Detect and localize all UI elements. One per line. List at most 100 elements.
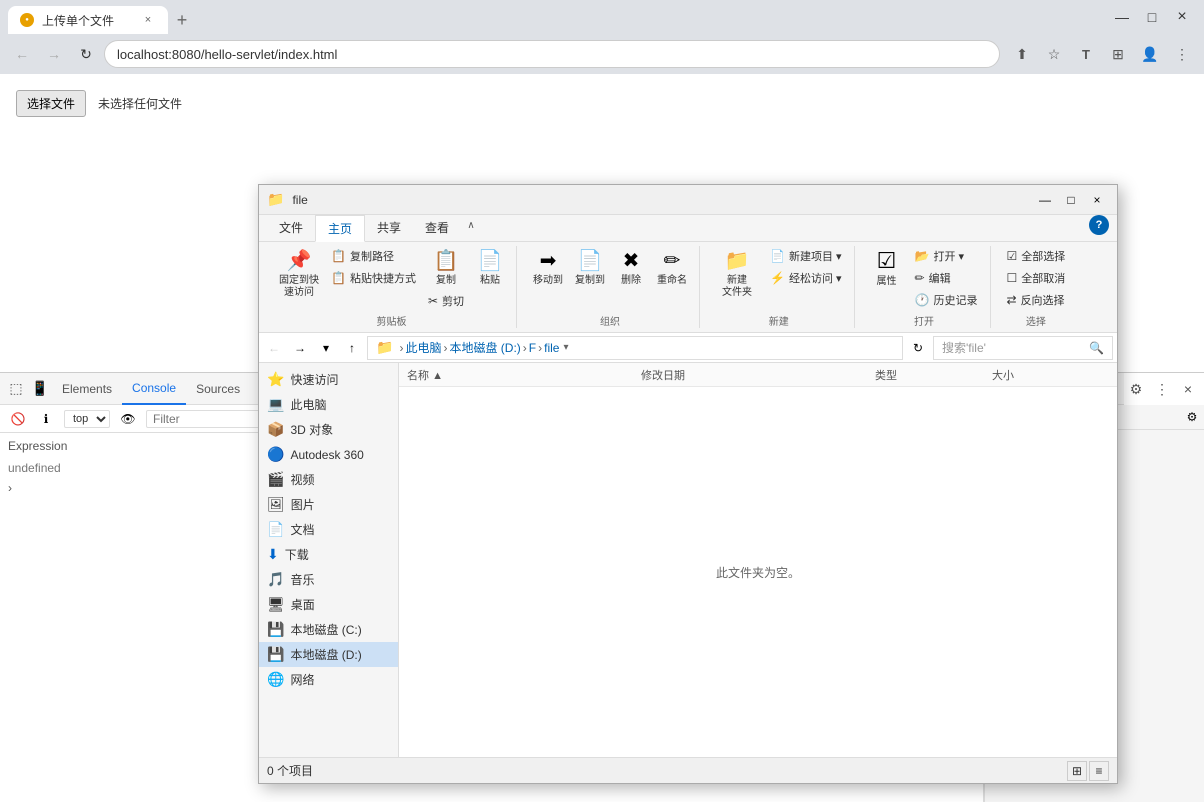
sidebar-item-d-drive[interactable]: 💾 本地磁盘 (D:): [259, 642, 398, 667]
window-close-btn[interactable]: ×: [1168, 3, 1196, 31]
fe-list-view-btn[interactable]: ≡: [1089, 761, 1109, 781]
ribbon-paste-shortcut-btn[interactable]: 📋 粘贴快捷方式: [327, 268, 420, 288]
minimize-btn[interactable]: —: [1108, 3, 1136, 31]
col-size[interactable]: 大小: [992, 367, 1109, 383]
fe-refresh-btn[interactable]: ↻: [907, 337, 929, 359]
fe-minimize-btn[interactable]: —: [1033, 190, 1057, 210]
ribbon-select-all-btn[interactable]: ☑ 全部选择: [1003, 246, 1070, 266]
sidebar-item-autodesk[interactable]: 🔵 Autodesk 360: [259, 442, 398, 467]
col-type[interactable]: 类型: [875, 367, 992, 383]
sidebar-item-pictures[interactable]: 🖼 图片: [259, 492, 398, 517]
menu-icon[interactable]: ⋮: [1168, 40, 1196, 68]
maximize-btn[interactable]: □: [1138, 3, 1166, 31]
top-select[interactable]: top: [64, 410, 110, 428]
puzzle-icon[interactable]: ⊞: [1104, 40, 1132, 68]
active-tab[interactable]: ● 上传单个文件 ×: [8, 6, 168, 34]
ribbon-copy-btn[interactable]: 📋 复制: [428, 246, 464, 289]
ribbon-rename-btn[interactable]: ✏ 重命名: [653, 246, 691, 289]
ribbon-copy-to-btn[interactable]: 📄 复制到: [571, 246, 609, 289]
new-tab-btn[interactable]: +: [168, 6, 196, 34]
sidebar-item-this-pc[interactable]: 💻 此电脑: [259, 392, 398, 417]
sidebar-item-music[interactable]: 🎵 音乐: [259, 567, 398, 592]
ribbon-tab-home[interactable]: 主页: [315, 215, 365, 242]
ext-icon[interactable]: T: [1072, 40, 1100, 68]
sidebar-item-video[interactable]: 🎬 视频: [259, 467, 398, 492]
tab-sources[interactable]: Sources: [186, 373, 250, 405]
ribbon-tab-view[interactable]: 查看: [413, 215, 461, 241]
devtools-close-icon[interactable]: ×: [1176, 377, 1200, 401]
ribbon-collapse-icon[interactable]: ∧: [461, 215, 481, 235]
col-name[interactable]: 名称 ▲: [407, 367, 641, 383]
forward-btn[interactable]: →: [40, 40, 68, 68]
fe-empty-message: 此文件夹为空。: [399, 387, 1117, 757]
ribbon-new-folder-btn[interactable]: 📁 新建文件夹: [712, 246, 762, 301]
tab-console[interactable]: Console: [122, 373, 186, 405]
ribbon-cut-btn[interactable]: ✂ 剪切: [424, 291, 468, 311]
network-icon: 🌐: [267, 671, 284, 688]
ribbon-open-btn[interactable]: 📂 打开 ▾: [911, 246, 982, 266]
sidebar-item-quick-access[interactable]: ⭐ 快速访问: [259, 367, 398, 392]
ribbon-delete-btn[interactable]: ✖ 删除: [613, 246, 649, 289]
devtools-inspect-icon[interactable]: ⬚: [4, 377, 28, 401]
fe-grid-view-btn[interactable]: ⊞: [1067, 761, 1087, 781]
ribbon-tab-file[interactable]: 文件: [267, 215, 315, 241]
ribbon-new-item-btn[interactable]: 📄 新建项目 ▾: [766, 246, 846, 266]
path-file[interactable]: file: [544, 341, 559, 355]
address-bar[interactable]: localhost:8080/hello-servlet/index.html: [104, 40, 1000, 68]
ribbon-pin-btn[interactable]: 📌 固定到快速访问: [275, 246, 323, 301]
documents-icon: 📄: [267, 521, 284, 538]
sidebar-item-downloads[interactable]: ⬇ 下载: [259, 542, 398, 567]
fe-up-btn[interactable]: ↑: [341, 337, 363, 359]
path-drive[interactable]: 本地磁盘 (D:): [449, 339, 520, 356]
fe-back-btn[interactable]: ←: [263, 337, 285, 359]
ribbon-history-btn[interactable]: 🕐 历史记录: [911, 290, 982, 310]
bookmark-icon[interactable]: ☆: [1040, 40, 1068, 68]
profile-icon[interactable]: 👤: [1136, 40, 1164, 68]
deselect-all-icon: ☐: [1007, 271, 1018, 285]
sidebar-item-c-drive[interactable]: 💾 本地磁盘 (C:): [259, 617, 398, 642]
ribbon-properties-btn[interactable]: ☑ 属性: [867, 246, 907, 290]
choose-file-btn[interactable]: 选择文件: [16, 90, 86, 117]
eye-icon[interactable]: 👁: [118, 409, 138, 429]
fe-path-bar[interactable]: 📁 › 此电脑 › 本地磁盘 (D:) › F › file ▾: [367, 336, 903, 360]
path-pc[interactable]: 此电脑: [405, 339, 441, 356]
fe-search-bar[interactable]: 搜索'file' 🔍: [933, 336, 1113, 360]
ribbon-easy-access-btn[interactable]: ⚡ 经松访问 ▾: [766, 268, 846, 288]
ribbon-edit-btn[interactable]: ✏ 编辑: [911, 268, 982, 288]
fe-recent-btn[interactable]: ▾: [315, 337, 337, 359]
ribbon-paste-btn[interactable]: 📄 粘贴: [472, 246, 508, 289]
sidebar-item-desktop[interactable]: 🖥 桌面: [259, 592, 398, 617]
fe-close-btn[interactable]: ×: [1085, 190, 1109, 210]
ribbon-deselect-all-btn[interactable]: ☐ 全部取消: [1003, 268, 1070, 288]
refresh-btn[interactable]: ↻: [72, 40, 100, 68]
tab-elements[interactable]: Elements: [52, 373, 122, 405]
path-f[interactable]: F: [529, 341, 536, 355]
prohibit-icon[interactable]: 🚫: [8, 409, 28, 429]
sidebar-item-network[interactable]: 🌐 网络: [259, 667, 398, 692]
tab-title: 上传单个文件: [42, 12, 132, 29]
ribbon-tab-share[interactable]: 共享: [365, 215, 413, 241]
sidebar-item-documents[interactable]: 📄 文档: [259, 517, 398, 542]
sidebar-item-3d[interactable]: 📦 3D 对象: [259, 417, 398, 442]
ribbon-copy-path-btn[interactable]: 📋 复制路径: [327, 246, 420, 266]
copy-to-icon: 📄: [578, 248, 603, 273]
fe-maximize-btn[interactable]: □: [1059, 190, 1083, 210]
devtools-more-icon[interactable]: ⋮: [1150, 377, 1174, 401]
devtools-device-icon[interactable]: 📱: [28, 377, 52, 401]
quick-access-icon: ⭐: [267, 371, 284, 388]
invert-icon: ⇄: [1007, 293, 1017, 307]
ribbon-help-btn[interactable]: ?: [1089, 215, 1109, 235]
ribbon-invert-selection-btn[interactable]: ⇄ 反向选择: [1003, 290, 1070, 310]
fe-forward-btn[interactable]: →: [289, 337, 311, 359]
col-date[interactable]: 修改日期: [641, 367, 875, 383]
right-panel-gear[interactable]: ⚙: [1180, 405, 1204, 429]
tab-close-btn[interactable]: ×: [140, 12, 156, 28]
move-icon: ➡: [540, 248, 557, 273]
devtools-gear-icon[interactable]: ⚙: [1124, 377, 1148, 401]
ribbon-move-btn[interactable]: ➡ 移动到: [529, 246, 567, 289]
share-icon[interactable]: ⬆: [1008, 40, 1036, 68]
info-icon[interactable]: ℹ: [36, 409, 56, 429]
browser-titlebar: ● 上传单个文件 × + — □ ×: [0, 0, 1204, 34]
back-btn[interactable]: ←: [8, 40, 36, 68]
d-drive-icon: 💾: [267, 646, 284, 663]
